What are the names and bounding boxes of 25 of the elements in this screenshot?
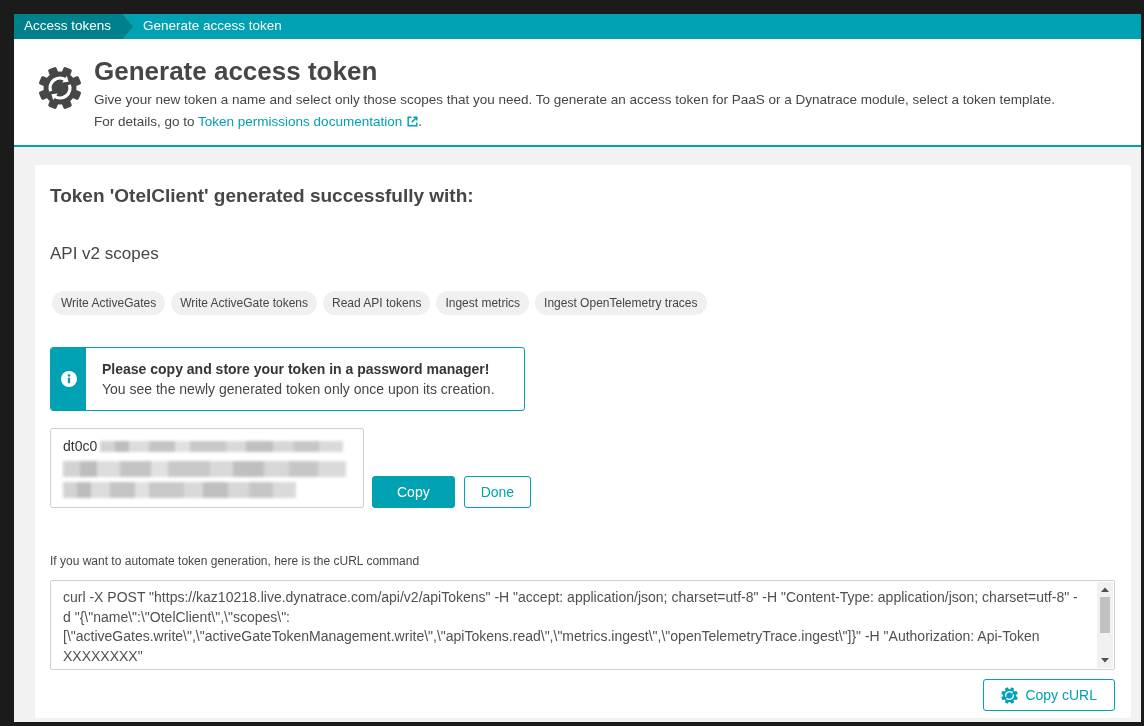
gear-icon — [38, 66, 82, 110]
copy-curl-button[interactable]: Copy cURL — [983, 679, 1115, 711]
breadcrumb-link[interactable]: Access tokens — [14, 14, 134, 39]
info-icon — [60, 371, 77, 387]
external-link-icon — [407, 116, 419, 127]
scope-tag: Ingest metrics — [436, 291, 530, 315]
documentation-link[interactable]: Token permissions documentation — [198, 114, 419, 129]
gear-icon — [1001, 686, 1019, 704]
done-button[interactable]: Done — [463, 476, 532, 508]
breadcrumb-current: Generate access token — [142, 17, 282, 36]
alert-title: Please copy and store your token in a password manager! — [102, 359, 491, 379]
curl-command-field[interactable]: curl -X POST "https://kaz10218.live.dynatrace.com/api/v2/apiTokens" -H "accept: application/json; charset=utf-8" -H "Content-Type: application/json; charset=utf-8" -d "{\"name\":\"OtelClient\",\"scopes\":[\"activeGates.write\",\"activeGateTokenManagement.write\",\"apiTokens.read\",\"metrics.ingest\",\"openTelemetryTrace.ingest\"]}" -H "Authorization: Api-Token XXXXXXXX" — [50, 580, 1115, 670]
curl-hint: If you want to automate token generation, here is the cURL command — [50, 553, 421, 569]
scope-group-heading: API v2 scopes — [50, 244, 160, 264]
scrollbar[interactable] — [1097, 582, 1113, 668]
token-field[interactable]: dt0c0 — [50, 428, 364, 508]
result-title: Token 'OtelClient' generated successfully with: — [50, 184, 475, 208]
alert-message: You see the newly generated token only once upon its creation. — [102, 379, 495, 399]
scope-tag: Write ActiveGate tokens — [171, 291, 317, 315]
scope-tag: Ingest OpenTelemetry traces — [535, 291, 707, 315]
page-title: Generate access token — [94, 55, 379, 87]
scope-tag: Read API tokens — [323, 291, 431, 315]
page-description: Give your new token a name and select only those scopes that you need. To generate an access token for PaaS or a Dynatrace module, select a token template. For details, go to Token permissions documentation . — [94, 91, 1056, 131]
copy-button[interactable]: Copy — [372, 476, 455, 508]
scope-tag: Write ActiveGates — [52, 291, 166, 315]
